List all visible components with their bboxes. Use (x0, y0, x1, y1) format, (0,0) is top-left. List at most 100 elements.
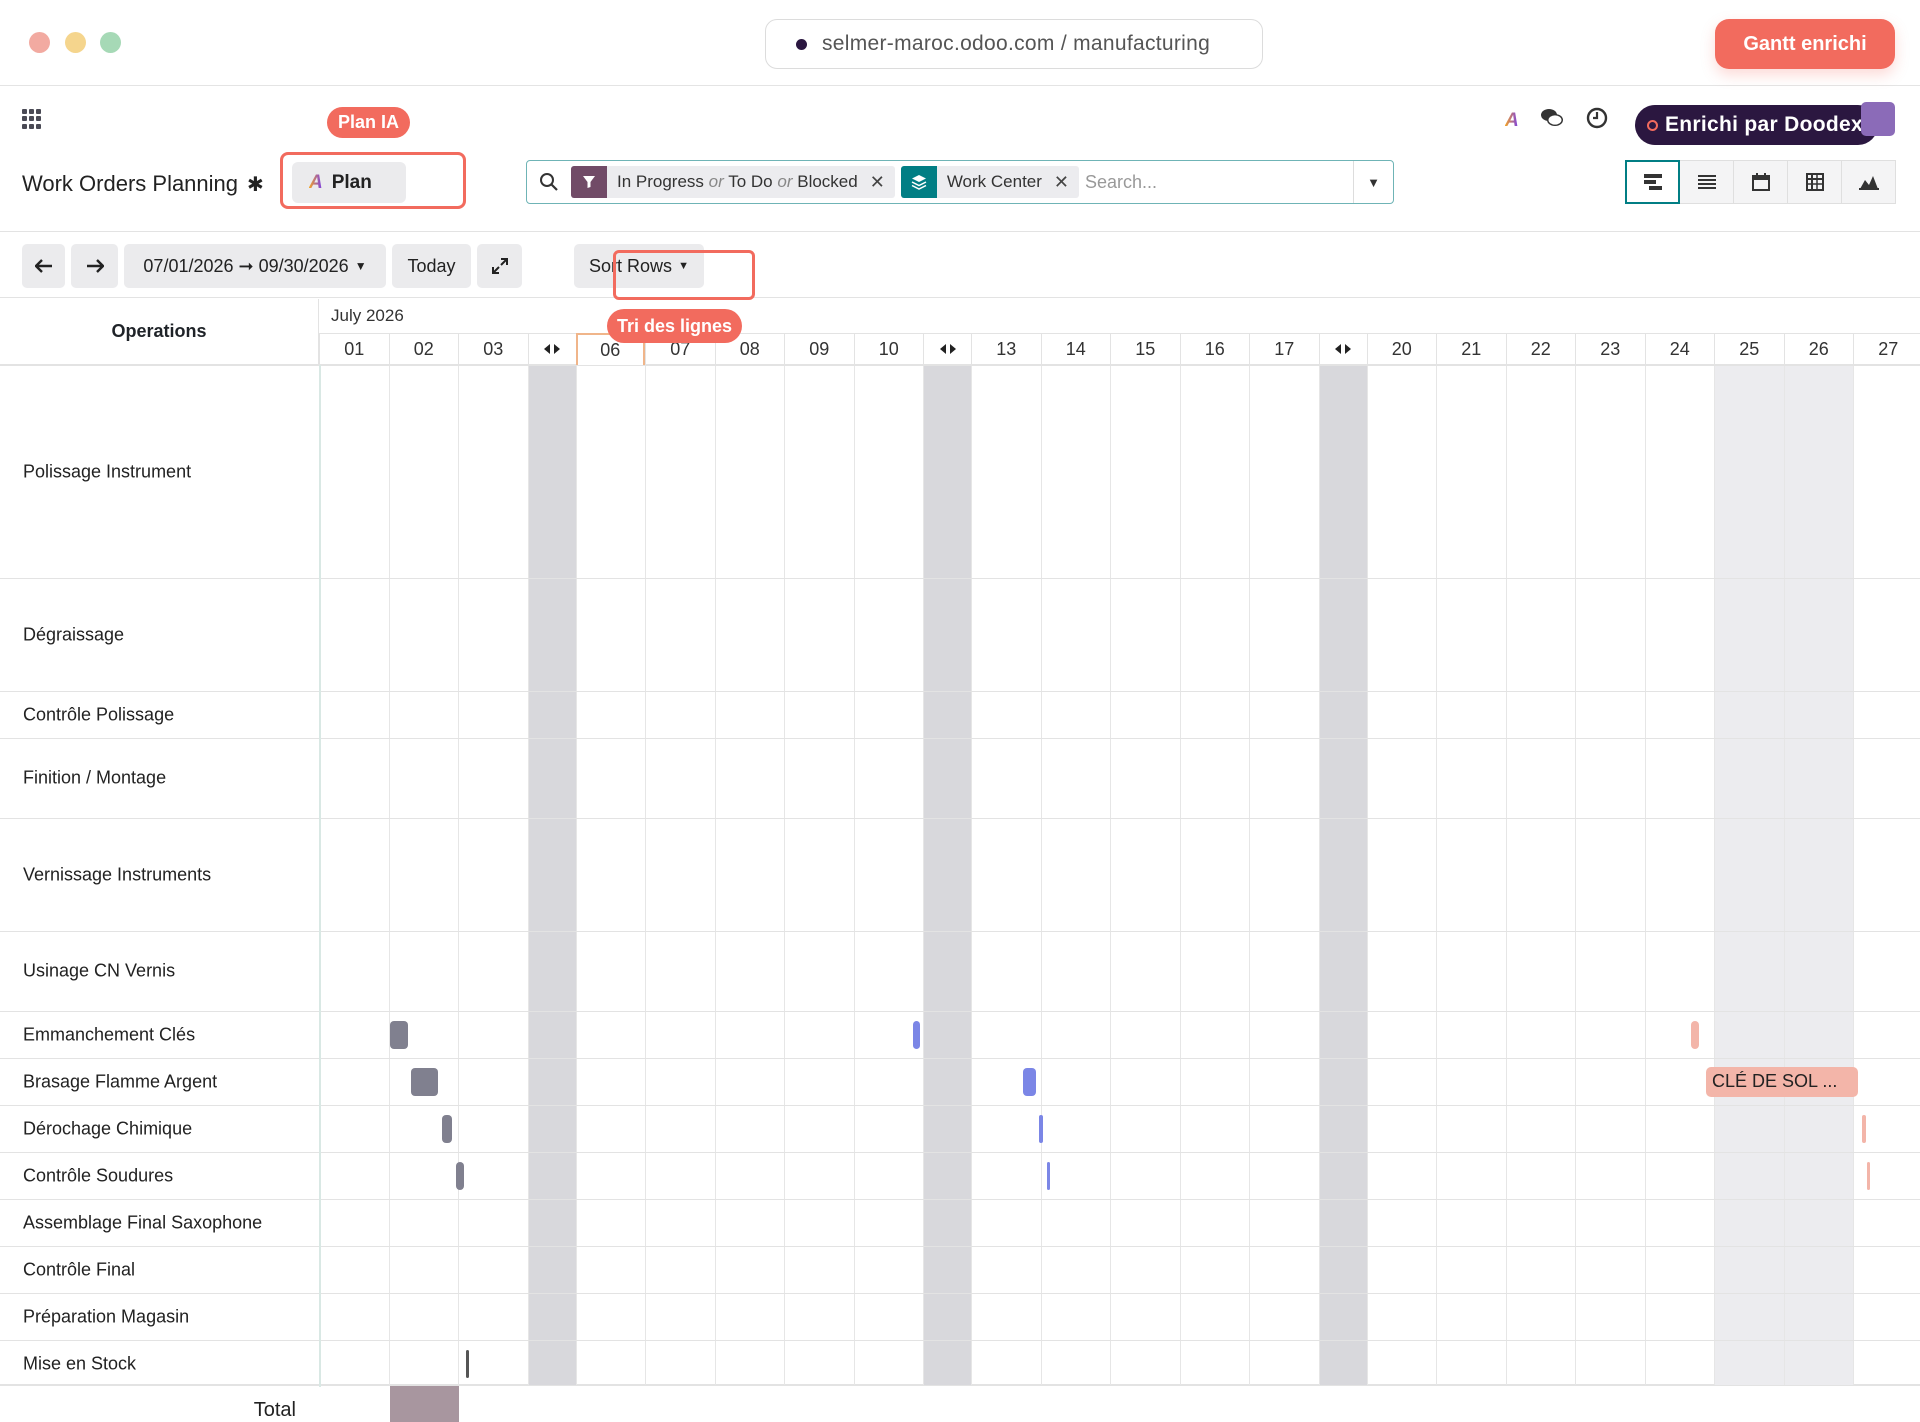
browser-chrome: selmer-maroc.odoo.com / manufacturing Ga… (0, 0, 1920, 86)
plan-button-label: Plan (331, 171, 372, 193)
plan-button[interactable]: A Plan (292, 162, 406, 203)
total-label: Total (253, 1399, 296, 1421)
search-bar: In Progress or To Do or Blocked ✕ Work C… (526, 160, 1394, 204)
gantt-row[interactable] (0, 818, 1920, 931)
row-header-divider (319, 365, 321, 1387)
collapsed-weekend-toggle-icon[interactable] (1318, 333, 1367, 365)
gantt-row[interactable] (0, 1293, 1920, 1340)
ai-logo-icon: A (309, 171, 323, 193)
day-header: 14 (1040, 333, 1110, 365)
minimize-window-button[interactable] (65, 32, 86, 53)
day-header: 03 (458, 333, 528, 365)
day-header: 09 (784, 333, 854, 365)
site-dot-icon (796, 38, 807, 50)
day-header: 22 (1505, 333, 1575, 365)
gantt-grid: Operations July 2026 Total 01 02 03 06 07 08 0… (0, 299, 1920, 1422)
caret-down-icon: ▼ (354, 259, 367, 273)
systray: A (1505, 107, 1608, 135)
next-period-button[interactable] (71, 244, 118, 288)
gantt-enrichi-badge: Gantt enrichi (1715, 19, 1895, 69)
gantt-row[interactable] (0, 1246, 1920, 1293)
avatar[interactable] (1861, 102, 1895, 136)
collapsed-weekend-toggle-icon[interactable] (527, 333, 576, 365)
day-header: 20 (1366, 333, 1436, 365)
row-label: Dérochage Chimique (23, 1118, 193, 1138)
sort-highlight-outline (613, 250, 755, 300)
page-title: Work Orders Planning ✱ (22, 171, 264, 197)
remove-facet-icon[interactable]: ✕ (1054, 172, 1079, 193)
gear-icon[interactable]: ✱ (247, 172, 264, 197)
date-range-selector[interactable]: 07/01/2026 ➞ 09/30/2026 ▼ (124, 244, 386, 288)
gantt-row[interactable] (0, 1058, 1920, 1105)
row-label: Contrôle Soudures (23, 1165, 174, 1185)
expand-icon[interactable] (477, 244, 522, 288)
gantt-row[interactable] (0, 1340, 1920, 1387)
day-header: 21 (1436, 333, 1506, 365)
remove-facet-icon[interactable]: ✕ (870, 172, 895, 193)
gantt-row[interactable] (0, 691, 1920, 738)
gantt-view-icon[interactable] (1625, 160, 1680, 204)
address-bar[interactable]: selmer-maroc.odoo.com / manufacturing (765, 19, 1263, 69)
groupby-text: Work Center (946, 172, 1042, 191)
gantt-toolbar: 07/01/2026 ➞ 09/30/2026 ▼ Today Sort Row… (0, 233, 1920, 343)
pivot-view-icon[interactable] (1787, 160, 1842, 204)
groupby-facet[interactable]: Work Center ✕ (900, 166, 1080, 198)
work-order-bar[interactable] (466, 1349, 469, 1378)
search-input[interactable] (1085, 171, 1353, 193)
search-options-toggle[interactable]: ▼ (1353, 161, 1393, 203)
gantt-row[interactable] (0, 738, 1920, 818)
calendar-view-icon[interactable] (1733, 160, 1788, 204)
work-order-bar[interactable] (913, 1020, 920, 1049)
gantt-row[interactable] (0, 1011, 1920, 1058)
work-order-pill[interactable]: CLÉ DE SOL ... (1706, 1066, 1858, 1097)
work-order-bar[interactable] (1691, 1020, 1699, 1049)
maximize-window-button[interactable] (100, 32, 121, 53)
status-filter-text: In Progress or To Do or Blocked (617, 172, 858, 191)
work-order-bar[interactable] (411, 1067, 438, 1096)
work-order-bar[interactable] (1023, 1067, 1036, 1096)
layers-icon (900, 166, 937, 198)
row-label: Usinage CN Vernis (23, 960, 176, 981)
date-range-text: 07/01/2026 ➞ 09/30/2026 (143, 255, 349, 276)
status-filter-facet[interactable]: In Progress or To Do or Blocked ✕ (571, 166, 895, 198)
search-icon[interactable] (527, 172, 571, 192)
graph-view-icon[interactable] (1841, 160, 1896, 204)
day-header: 16 (1179, 333, 1249, 365)
row-label: Polissage Instrument (23, 461, 192, 481)
work-order-bar[interactable] (1867, 1161, 1870, 1190)
previous-period-button[interactable] (22, 244, 65, 288)
work-order-bar[interactable] (456, 1161, 464, 1190)
gantt-row[interactable] (0, 578, 1920, 691)
row-label: Brasage Flamme Argent (23, 1071, 218, 1091)
work-order-bar[interactable] (1862, 1114, 1866, 1143)
clock-icon[interactable] (1586, 107, 1608, 135)
day-header: 27 (1853, 333, 1920, 365)
chat-icon[interactable] (1540, 107, 1564, 135)
day-header: 17 (1249, 333, 1319, 365)
apps-menu-icon[interactable] (22, 109, 42, 129)
work-order-bar[interactable] (390, 1020, 408, 1049)
gantt-row[interactable] (0, 365, 1920, 578)
gantt-row[interactable] (0, 1152, 1920, 1199)
url-text: selmer-maroc.odoo.com / manufacturing (822, 32, 1211, 55)
work-order-bar[interactable] (442, 1114, 452, 1143)
row-label: Vernissage Instruments (23, 864, 212, 884)
gantt-row[interactable] (0, 1199, 1920, 1246)
gantt-row[interactable] (0, 931, 1920, 1011)
total-load-bar (390, 1386, 459, 1422)
collapsed-weekend-toggle-icon[interactable] (923, 333, 971, 365)
operations-header: Operations (0, 299, 319, 365)
day-header: 15 (1110, 333, 1180, 365)
gantt-row[interactable] (0, 1105, 1920, 1152)
today-button[interactable]: Today (392, 244, 471, 288)
row-label: Contrôle Final (23, 1259, 136, 1279)
close-window-button[interactable] (29, 32, 50, 53)
day-header: 25 (1714, 333, 1784, 365)
work-order-bar[interactable] (1039, 1114, 1043, 1143)
row-label: Emmanchement Clés (23, 1024, 196, 1044)
row-label: Finition / Montage (23, 767, 167, 788)
ai-assistant-icon[interactable]: A (1505, 110, 1519, 132)
work-order-bar[interactable] (1047, 1161, 1050, 1190)
list-view-icon[interactable] (1679, 160, 1734, 204)
filter-icon (571, 166, 607, 198)
